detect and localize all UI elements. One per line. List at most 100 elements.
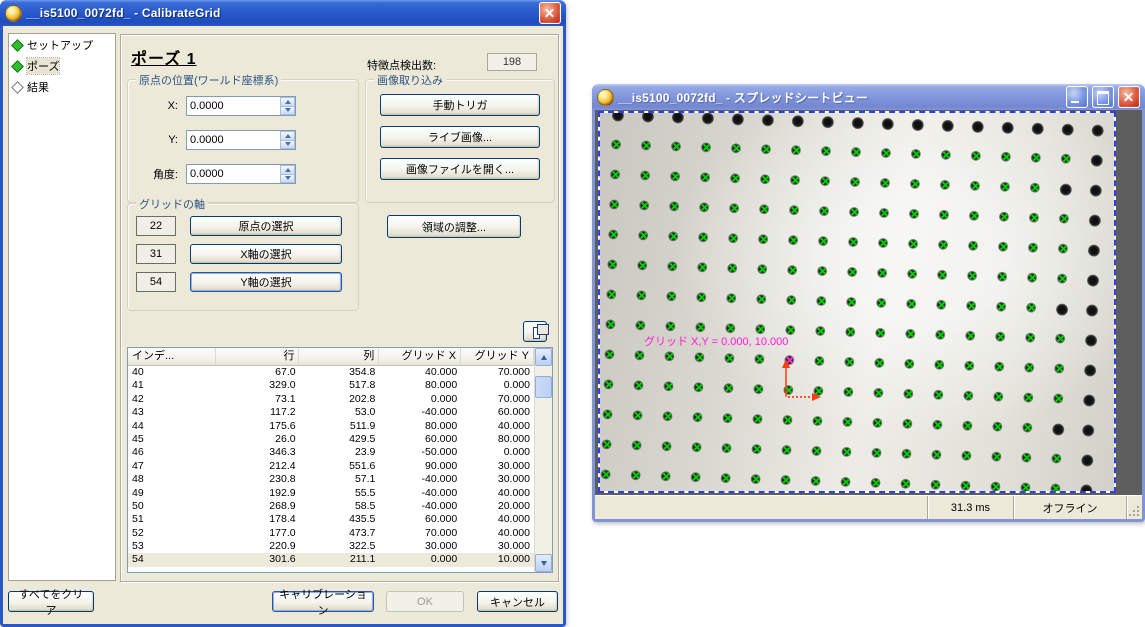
table-cell: 51 [128, 513, 216, 526]
manual-trigger-button[interactable]: 手動トリガ [380, 94, 540, 116]
grid-dot [1053, 393, 1063, 403]
table-row[interactable]: 4526.0429.560.00080.000 [128, 433, 534, 446]
grid-dot [723, 383, 733, 393]
table-row[interactable]: 49192.955.5-40.00040.000 [128, 487, 534, 500]
table-cell: 50 [128, 500, 216, 513]
x-spin-down[interactable] [280, 107, 295, 116]
grid-axes-groupbox: グリッドの軸 22 原点の選択 31 X軸の選択 54 Y軸の選択 [127, 203, 359, 311]
grid-dot [1082, 424, 1094, 436]
spreadsheet-titlebar[interactable]: __is5100_0072fd_ - スプレッドシートビュー [592, 84, 1145, 110]
select-origin-button[interactable]: 原点の選択 [190, 216, 342, 236]
col-header-row[interactable]: 行 [216, 348, 300, 365]
sidebar-item-pose[interactable]: ポーズ [9, 55, 115, 76]
table-cell: 45 [128, 433, 216, 446]
scrollbar-thumb[interactable] [535, 376, 552, 398]
table-row[interactable]: 4273.1202.80.00070.000 [128, 393, 534, 406]
calibration-grid-image[interactable]: グリッド X,Y = 0.000, 10.000 [600, 113, 1114, 491]
close-icon[interactable] [1118, 86, 1140, 108]
grid-dot [635, 320, 645, 330]
scroll-down-icon[interactable] [535, 554, 552, 572]
table-row[interactable]: 53220.9322.530.00030.000 [128, 540, 534, 553]
col-header-index[interactable]: インデ... [128, 348, 216, 365]
y-spin-up[interactable] [280, 131, 295, 141]
angle-input[interactable] [187, 165, 280, 183]
col-header-col[interactable]: 列 [299, 348, 379, 365]
grid-dot [965, 331, 975, 341]
table-row[interactable]: 43117.253.0-40.00060.000 [128, 406, 534, 419]
grid-dot [791, 145, 801, 155]
sidebar-item-result[interactable]: 結果 [9, 76, 115, 97]
table-row[interactable]: 52177.0473.770.00040.000 [128, 527, 534, 540]
table-header-row: インデ... 行 列 グリッド X グリッド Y [128, 348, 534, 366]
table-row[interactable]: 50268.958.5-40.00020.000 [128, 500, 534, 513]
resize-grip[interactable] [1126, 496, 1142, 519]
y-spin-down[interactable] [280, 141, 295, 150]
grid-dot [752, 414, 762, 424]
grid-dot [871, 448, 881, 458]
grid-dot [908, 239, 918, 249]
grid-dot [993, 391, 1003, 401]
table-row[interactable]: 41329.0517.880.0000.000 [128, 379, 534, 392]
copy-table-button[interactable] [523, 321, 547, 342]
table-cell: 175.6 [216, 420, 300, 433]
x-input[interactable] [187, 97, 280, 115]
grid-dot [961, 451, 971, 461]
table-scrollbar[interactable] [534, 348, 552, 572]
scrollbar-track[interactable] [535, 366, 552, 554]
grid-dot [1052, 423, 1064, 435]
sidebar-item-setup[interactable]: セットアップ [9, 34, 115, 55]
table-row[interactable]: 48230.857.1-40.00030.000 [128, 473, 534, 486]
grid-dot [668, 231, 678, 241]
table-row[interactable]: 4067.0354.840.00070.000 [128, 366, 534, 379]
live-image-button[interactable]: ライブ画像... [380, 126, 540, 148]
grid-dot [1084, 364, 1096, 376]
grid-dot [848, 237, 858, 247]
calibration-image-selection[interactable]: グリッド X,Y = 0.000, 10.000 [598, 111, 1116, 493]
maximize-icon[interactable] [1092, 86, 1114, 108]
col-header-gridy[interactable]: グリッド Y [461, 348, 534, 365]
select-x-axis-button[interactable]: X軸の選択 [190, 244, 342, 264]
grid-dot [671, 141, 681, 151]
origin-groupbox: 原点の位置(ワールド座標系) X: Y: [127, 79, 359, 203]
grid-dot [631, 440, 641, 450]
table-cell: 60.000 [379, 513, 461, 526]
grid-dot [1051, 453, 1061, 463]
table-cell: 70.000 [379, 527, 461, 540]
table-row[interactable]: 54301.6211.10.00010.000 [128, 553, 534, 566]
table-row[interactable]: 51178.4435.560.00040.000 [128, 513, 534, 526]
grid-dot [998, 242, 1008, 252]
select-y-axis-button[interactable]: Y軸の選択 [190, 272, 342, 292]
scroll-up-icon[interactable] [535, 348, 552, 366]
col-header-gridx[interactable]: グリッド X [379, 348, 461, 365]
status-bar: 31.3 ms オフライン [595, 495, 1142, 519]
grid-annotation-label: グリッド X,Y = 0.000, 10.000 [644, 333, 788, 349]
grid-dot [1057, 273, 1067, 283]
grid-dot [874, 358, 884, 368]
grid-dot [750, 474, 760, 484]
close-icon[interactable] [539, 2, 561, 24]
angle-spin-up[interactable] [280, 165, 295, 175]
grid-dot [787, 265, 797, 275]
spreadsheet-view-window: __is5100_0072fd_ - スプレッドシートビュー グリッド X,Y … [592, 84, 1145, 522]
calibrate-titlebar[interactable]: __is5100_0072fd_ - CalibrateGrid [0, 0, 566, 26]
adjust-region-button[interactable]: 領域の調整... [387, 215, 521, 238]
grid-dot [702, 113, 714, 125]
table-row[interactable]: 46346.323.9-50.0000.000 [128, 446, 534, 459]
table-row[interactable]: 44175.6511.980.00040.000 [128, 420, 534, 433]
cancel-button[interactable]: キャンセル [477, 591, 558, 612]
y-input[interactable] [187, 131, 280, 149]
grid-dot [1021, 452, 1031, 462]
minimize-icon[interactable] [1066, 86, 1088, 108]
clear-all-button[interactable]: すべてをクリア [8, 591, 94, 612]
x-spin-up[interactable] [280, 97, 295, 107]
table-row[interactable]: 47212.4551.690.00030.000 [128, 460, 534, 473]
angle-spin-down[interactable] [280, 175, 295, 184]
grid-dot [934, 360, 944, 370]
grid-dot [910, 179, 920, 189]
calibration-button[interactable]: キャリブレーション [272, 591, 374, 612]
grid-dot [909, 209, 919, 219]
open-image-file-button[interactable]: 画像ファイルを開く... [380, 158, 540, 180]
table-cell: 354.8 [300, 366, 380, 379]
grid-dot [815, 326, 825, 336]
table-cell: 30.000 [379, 540, 461, 553]
